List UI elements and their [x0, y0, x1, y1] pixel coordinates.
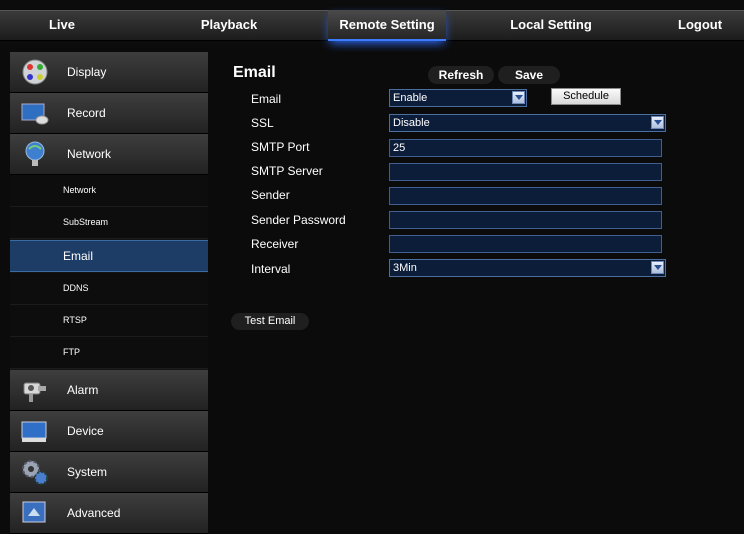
sidebar-subitem-label: Email — [63, 249, 94, 263]
sidebar-item-alarm[interactable]: Alarm — [10, 370, 208, 411]
top-navigation-bar: Live Playback Remote Setting Local Setti… — [0, 0, 744, 48]
sidebar-item-system[interactable]: System — [10, 452, 208, 493]
sidebar-item-label: System — [67, 465, 108, 479]
interval-select[interactable]: 3Min — [389, 259, 666, 277]
sidebar-subitem-label: DDNS — [63, 283, 89, 293]
sidebar-item-label: Record — [67, 106, 106, 120]
tab-logout[interactable]: Logout — [672, 10, 744, 39]
chevron-down-icon[interactable] — [651, 116, 664, 129]
smtp-server-label: SMTP Server — [251, 164, 323, 178]
sidebar-item-network[interactable]: Network — [10, 134, 208, 175]
network-icon — [25, 141, 45, 166]
sidebar-item-label: Device — [67, 424, 104, 438]
receiver-label: Receiver — [251, 237, 299, 251]
main-content: Email Refresh Save Email Enable Schedule… — [218, 52, 744, 526]
sidebar-item-advanced[interactable]: Advanced — [10, 493, 208, 534]
sidebar-subitem-ftp[interactable]: FTP — [10, 337, 208, 369]
receiver-input[interactable] — [389, 235, 662, 253]
tab-remote-setting[interactable]: Remote Setting — [328, 10, 446, 41]
sender-password-label: Sender Password — [251, 213, 346, 227]
sidebar-item-label: Alarm — [67, 383, 99, 397]
email-select[interactable]: Enable — [389, 89, 527, 107]
sidebar-subitem-label: SubStream — [63, 217, 109, 227]
sidebar-subitem-label: FTP — [63, 347, 80, 357]
tab-playback[interactable]: Playback — [189, 10, 269, 39]
advanced-icon — [22, 501, 46, 523]
sidebar-subitem-label: RTSP — [63, 315, 87, 325]
interval-select-value: 3Min — [393, 262, 417, 274]
smtp-port-label: SMTP Port — [251, 140, 310, 154]
sender-label: Sender — [251, 188, 290, 202]
ssl-select[interactable]: Disable — [389, 114, 666, 132]
ssl-select-value: Disable — [393, 117, 430, 129]
smtp-server-input[interactable] — [389, 163, 662, 181]
schedule-button[interactable]: Schedule — [551, 88, 621, 105]
tab-live[interactable]: Live — [32, 10, 92, 39]
display-icon — [22, 59, 48, 85]
test-email-button[interactable]: Test Email — [231, 313, 309, 330]
chevron-down-icon[interactable] — [651, 261, 664, 274]
sidebar-subitem-label: Network — [63, 185, 97, 195]
device-icon — [21, 421, 47, 442]
record-icon — [21, 103, 49, 125]
chevron-down-icon[interactable] — [512, 91, 525, 104]
sender-input[interactable] — [389, 187, 662, 205]
sidebar-subitem-ddns[interactable]: DDNS — [10, 273, 208, 305]
sender-password-input[interactable] — [389, 211, 662, 229]
sidebar-item-display[interactable]: Display — [10, 52, 208, 93]
smtp-port-input[interactable]: 25 — [389, 139, 662, 157]
sidebar-subitem-email[interactable]: Email — [10, 240, 208, 272]
email-label: Email — [251, 92, 282, 106]
sidebar-item-label: Advanced — [67, 506, 121, 520]
system-icon — [22, 460, 48, 485]
ssl-label: SSL — [251, 116, 274, 130]
sidebar-subitem-network[interactable]: Network — [10, 175, 208, 207]
alarm-icon — [23, 382, 46, 402]
page-title: Email — [233, 64, 276, 81]
interval-label: Interval — [251, 262, 291, 276]
email-select-value: Enable — [393, 92, 428, 104]
refresh-button[interactable]: Refresh — [428, 66, 494, 84]
sidebar-subitem-substream[interactable]: SubStream — [10, 207, 208, 239]
tab-local-setting[interactable]: Local Setting — [496, 10, 606, 39]
sidebar-item-record[interactable]: Record — [10, 93, 208, 134]
sidebar-item-label: Display — [67, 65, 107, 79]
sidebar-subitem-rtsp[interactable]: RTSP — [10, 305, 208, 337]
sidebar-item-device[interactable]: Device — [10, 411, 208, 452]
save-button[interactable]: Save — [498, 66, 560, 84]
sidebar-item-label: Network — [67, 147, 112, 161]
sidebar: Display Record Network Network SubStream… — [10, 52, 208, 534]
